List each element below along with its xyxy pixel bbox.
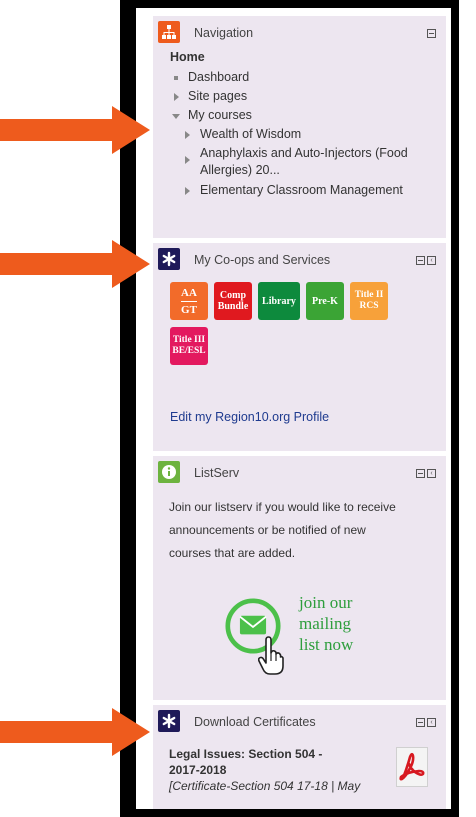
listserv-header: ListServ ‹ bbox=[153, 456, 446, 486]
nav-home[interactable]: Home bbox=[170, 50, 435, 64]
tile-line-2: BE/ESL bbox=[172, 346, 206, 356]
nav-item-site-pages[interactable]: Site pages bbox=[170, 87, 435, 106]
tile-line-2: Bundle bbox=[217, 301, 249, 312]
info-icon bbox=[158, 461, 180, 483]
coop-tile-aa-gt[interactable]: AA GT bbox=[170, 282, 208, 320]
course-label: Wealth of Wisdom bbox=[200, 127, 302, 141]
nav-item-label: Site pages bbox=[188, 89, 248, 103]
certificate-meta: [Certificate-Section 504 17-18 | May bbox=[169, 779, 361, 793]
course-item[interactable]: Anaphylaxis and Auto-Injectors (Food All… bbox=[170, 144, 435, 181]
course-label-line-1: Anaphylaxis and Auto-Injectors (Food bbox=[200, 146, 408, 160]
coops-header: My Co-ops and Services ‹ bbox=[153, 243, 446, 273]
join-mailing-list-button[interactable]: join our mailing list now bbox=[225, 586, 405, 686]
expand-arrow-icon bbox=[174, 93, 179, 101]
certificates-block: Download Certificates ‹ Legal Issues: Se… bbox=[153, 705, 446, 809]
dock-icon[interactable]: ‹ bbox=[427, 256, 436, 265]
arrow-right-icon bbox=[0, 708, 150, 756]
navigation-block: Navigation Home Dashboard Site pages My … bbox=[153, 16, 446, 238]
asterisk-icon bbox=[158, 710, 180, 732]
certificates-title: Download Certificates bbox=[194, 715, 316, 729]
tile-line-1: Comp bbox=[219, 290, 247, 301]
collapse-arrow-icon bbox=[172, 114, 180, 119]
certificates-header: Download Certificates ‹ bbox=[153, 705, 446, 735]
collapse-icon[interactable] bbox=[416, 469, 425, 478]
tile-line-1: Library bbox=[262, 295, 296, 307]
bullet-icon bbox=[174, 76, 178, 80]
certificate-title-line-2: 2017-2018 bbox=[169, 763, 227, 777]
tile-line-1: Pre-K bbox=[312, 295, 338, 307]
navigation-title: Navigation bbox=[194, 26, 254, 40]
nav-item-dashboard[interactable]: Dashboard bbox=[170, 68, 435, 87]
coop-tile-pre-k[interactable]: Pre-K bbox=[306, 282, 344, 320]
hand-pointer-icon bbox=[258, 636, 284, 675]
tile-line-2: GT bbox=[181, 303, 197, 316]
mailing-cta-text: join our mailing list now bbox=[299, 592, 409, 655]
expand-arrow-icon bbox=[185, 156, 190, 164]
edit-profile-link[interactable]: Edit my Region10.org Profile bbox=[170, 410, 329, 424]
tile-line-1: Title III bbox=[172, 335, 206, 345]
collapse-icon[interactable] bbox=[416, 718, 425, 727]
cta-line: list now bbox=[299, 635, 354, 654]
cta-line: mailing bbox=[299, 614, 351, 633]
listserv-description: Join our listserv if you would like to r… bbox=[169, 496, 434, 565]
dock-icon[interactable]: ‹ bbox=[427, 718, 436, 727]
listserv-title: ListServ bbox=[194, 466, 240, 480]
sidebar-panel: Navigation Home Dashboard Site pages My … bbox=[136, 8, 451, 809]
sitemap-icon bbox=[158, 21, 180, 43]
course-item[interactable]: Elementary Classroom Management bbox=[170, 181, 435, 200]
collapse-icon[interactable] bbox=[416, 256, 425, 265]
certificate-entry[interactable]: Legal Issues: Section 504 - 2017-2018 [C… bbox=[169, 746, 379, 794]
arrow-right-icon bbox=[0, 106, 150, 154]
navigation-header: Navigation bbox=[153, 16, 446, 46]
tile-line-1: Title II bbox=[354, 290, 384, 300]
coop-tile-comp-bundle[interactable]: Comp Bundle bbox=[214, 282, 252, 320]
description-line: Join our listserv if you would like to r… bbox=[169, 500, 396, 514]
tile-line-1: AA bbox=[181, 287, 197, 302]
nav-item-label: Dashboard bbox=[188, 70, 250, 84]
pdf-icon[interactable] bbox=[396, 747, 428, 787]
description-line: announcements or be notified of new bbox=[169, 523, 366, 537]
course-label: Elementary Classroom Management bbox=[200, 183, 403, 197]
course-label-line-2: Allergies) 20... bbox=[200, 163, 280, 177]
listserv-block: ListServ ‹ Join our listserv if you woul… bbox=[153, 456, 446, 700]
coop-tile-title-iii[interactable]: Title III BE/ESL bbox=[170, 327, 208, 365]
nav-item-my-courses[interactable]: My courses bbox=[170, 106, 435, 125]
collapse-icon[interactable] bbox=[427, 29, 436, 38]
coops-block: My Co-ops and Services ‹ AA GT Comp Bund… bbox=[153, 243, 446, 451]
course-item[interactable]: Wealth of Wisdom bbox=[170, 125, 435, 144]
asterisk-icon bbox=[158, 248, 180, 270]
coop-tile-library[interactable]: Library bbox=[258, 282, 300, 320]
tile-line-2: RCS bbox=[359, 301, 379, 311]
cta-line: join our bbox=[299, 593, 353, 612]
navigation-list: Home Dashboard Site pages My courses Wea… bbox=[170, 50, 435, 200]
expand-arrow-icon bbox=[185, 187, 190, 195]
description-line: courses that are added. bbox=[169, 546, 296, 560]
arrow-right-icon bbox=[0, 240, 150, 288]
dock-icon[interactable]: ‹ bbox=[427, 469, 436, 478]
certificate-title-line-1: Legal Issues: Section 504 - bbox=[169, 747, 323, 761]
nav-item-label: My courses bbox=[188, 108, 252, 122]
coops-title: My Co-ops and Services bbox=[194, 253, 331, 267]
expand-arrow-icon bbox=[185, 131, 190, 139]
coop-tile-title-ii[interactable]: Title II RCS bbox=[350, 282, 388, 320]
